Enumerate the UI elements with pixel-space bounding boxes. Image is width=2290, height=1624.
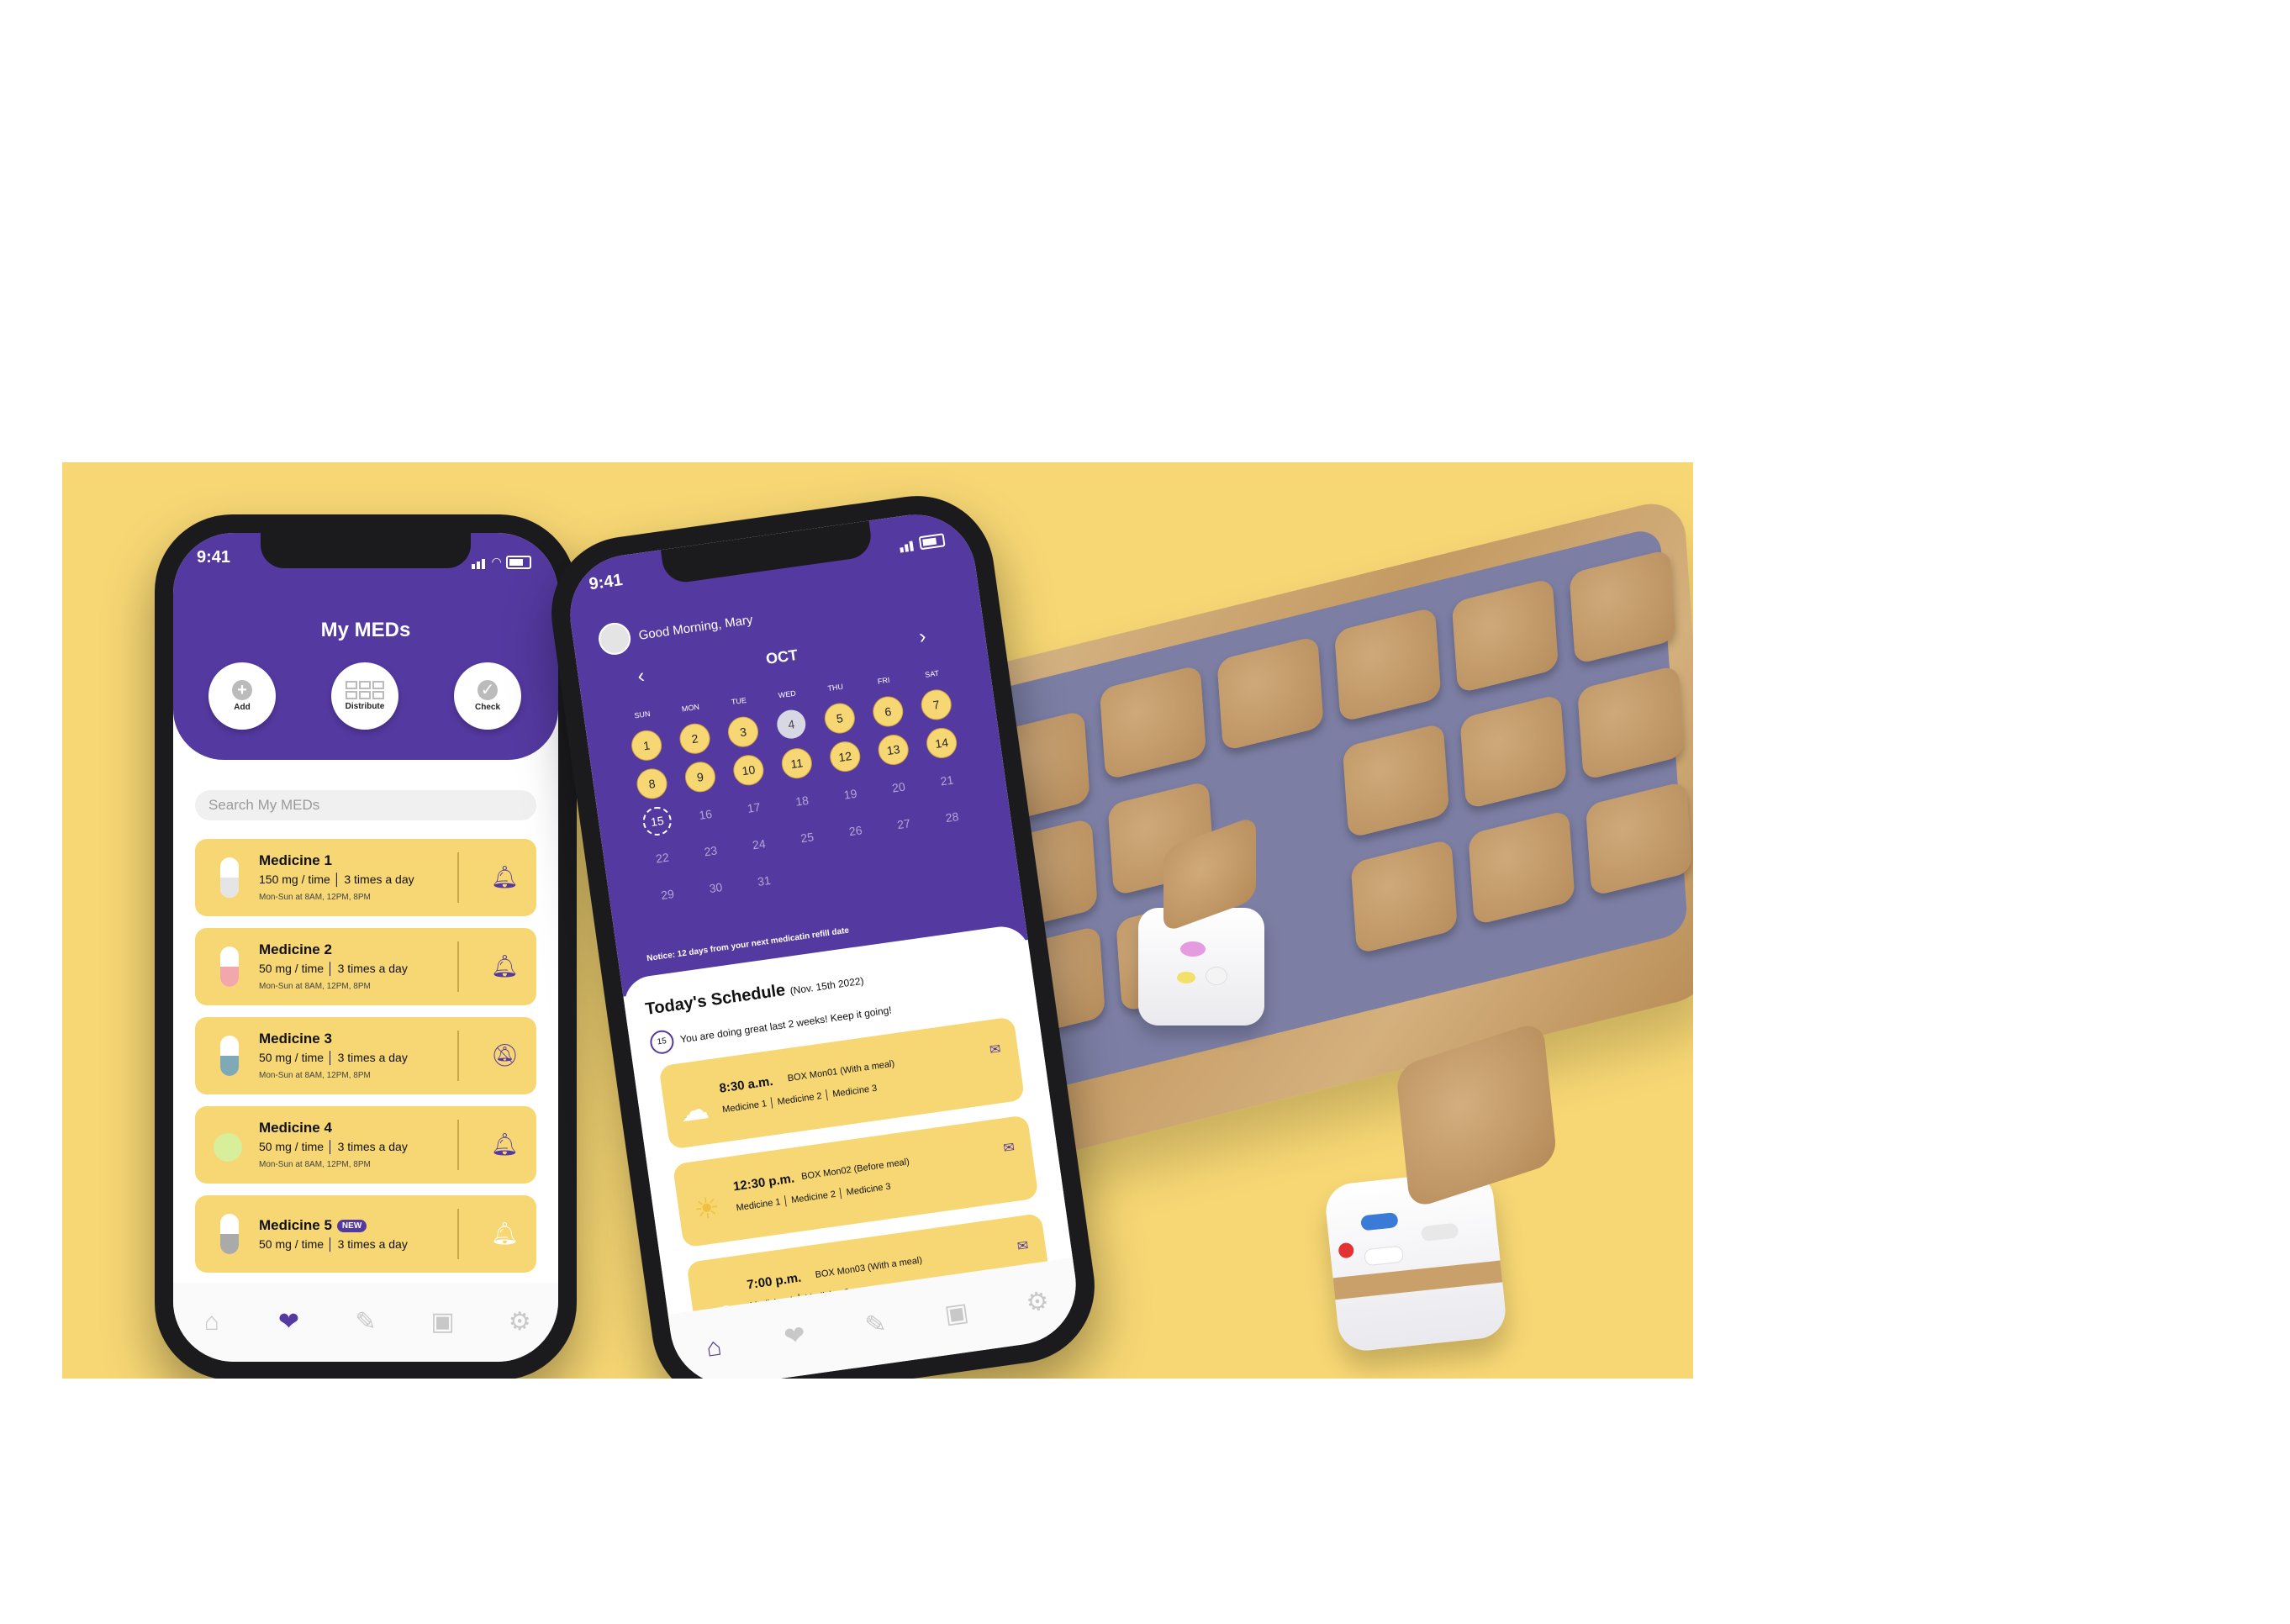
screen-my-meds: 9:41 ◠ My MEDs + Add Distribute ✓ Check …	[173, 533, 558, 1362]
battery-icon	[918, 533, 946, 551]
calendar-day[interactable]: 24	[743, 828, 775, 860]
calendar-day[interactable]: 13	[876, 732, 911, 767]
screen-schedule: 9:41 Good Morning, Mary ‹ OCT › SUN MON TU…	[562, 507, 1084, 1379]
bell-icon[interactable]: 🔔︎	[491, 1131, 519, 1157]
medicine-card[interactable]: Medicine 3 50 mg / time │ 3 times a day …	[195, 1017, 536, 1094]
status-time: 9:41	[197, 548, 231, 567]
clipboard-icon[interactable]: ✎	[858, 1308, 893, 1342]
home-icon[interactable]: ⌂	[697, 1331, 731, 1365]
envelope-icon[interactable]: ✉	[1002, 1139, 1016, 1157]
gear-icon[interactable]: ⚙	[504, 1307, 535, 1337]
search-input[interactable]: Search My MEDs	[195, 790, 536, 820]
calendar-grid: 1 2 3 4 5 6 7 8 9 10 11 12 13 14 15 16 17 18 19 20 21 22 23 24 2…	[620, 687, 984, 912]
greeting: Good Morning, Mary	[637, 612, 754, 643]
tab-bar: ⌂ ❤ ✎ ▣ ⚙	[173, 1283, 558, 1362]
bell-icon[interactable]: 🔔︎	[491, 1221, 519, 1246]
product-showcase: 9:41 ◠ My MEDs + Add Distribute ✓ Check …	[62, 462, 1693, 1379]
medicine-card[interactable]: Medicine 1 150 mg / time │ 3 times a day…	[195, 839, 536, 916]
medicine-card[interactable]: Medicine 4 50 mg / time │ 3 times a day …	[195, 1106, 536, 1184]
chat-icon[interactable]: ▣	[428, 1307, 458, 1337]
avatar[interactable]	[596, 620, 633, 657]
calendar-day[interactable]: 16	[689, 799, 721, 830]
add-button[interactable]: + Add	[208, 662, 276, 730]
calendar-day[interactable]: 17	[737, 792, 769, 824]
calendar-day[interactable]: 1	[629, 728, 664, 763]
calendar-day[interactable]: 3	[726, 714, 761, 750]
calendar-day[interactable]: 23	[694, 835, 726, 867]
calendar-day[interactable]: 30	[699, 872, 731, 904]
pill-icon	[220, 857, 239, 898]
calendar-day[interactable]: 25	[791, 821, 823, 853]
medicine-card[interactable]: Medicine 2 50 mg / time │ 3 times a day …	[195, 928, 536, 1005]
phone-schedule: 9:41 Good Morning, Mary ‹ OCT › SUN MON TU…	[541, 486, 1105, 1379]
calendar-day[interactable]: 19	[834, 778, 866, 809]
distribute-button[interactable]: Distribute	[331, 662, 398, 730]
calendar-day[interactable]: 5	[822, 701, 857, 736]
envelope-icon[interactable]: ✉	[1016, 1237, 1030, 1256]
status-time: 9:41	[588, 571, 624, 594]
calendar-day[interactable]: 14	[924, 725, 959, 761]
pill-icon	[220, 1214, 239, 1254]
calendar-day[interactable]: 9	[683, 759, 718, 794]
home-icon[interactable]: ⌂	[197, 1307, 227, 1337]
clipboard-icon[interactable]: ✎	[351, 1307, 381, 1337]
cloud-icon: ☁	[678, 1092, 711, 1129]
calendar-day[interactable]: 6	[870, 694, 905, 729]
signal-icon	[472, 550, 487, 569]
calendar-day[interactable]: 20	[883, 771, 915, 803]
calendar-day[interactable]: 29	[652, 878, 683, 910]
envelope-icon[interactable]: ✉	[989, 1041, 1002, 1059]
phone-my-meds: 9:41 ◠ My MEDs + Add Distribute ✓ Check …	[155, 514, 577, 1379]
sun-icon: ☀	[692, 1191, 722, 1227]
battery-icon	[506, 556, 531, 569]
calendar-day[interactable]: 12	[827, 739, 863, 774]
calendar-day[interactable]: 2	[678, 721, 712, 757]
calendar-day[interactable]: 4	[775, 708, 808, 741]
calendar-day[interactable]: 10	[731, 752, 766, 788]
calendar-day[interactable]: 11	[779, 746, 815, 781]
pills-icon[interactable]: ❤	[778, 1320, 812, 1354]
schedule-panel: Today's Schedule (Nov. 15th 2022) 15 You…	[620, 923, 1074, 1347]
bell-off-icon[interactable]: 🔕︎	[491, 1042, 519, 1068]
pill-icon	[220, 946, 239, 987]
check-button[interactable]: ✓ Check	[454, 662, 521, 730]
calendar-day[interactable]: 8	[635, 767, 669, 801]
progress-ring: 15	[648, 1028, 676, 1056]
check-icon: ✓	[478, 680, 498, 700]
calendar-day[interactable]: 27	[888, 808, 920, 840]
calendar-day[interactable]: 26	[839, 815, 871, 846]
grid-icon	[346, 681, 384, 699]
medicine-card[interactable]: Medicine 5 NEW 50 mg / time │ 3 times a d…	[195, 1195, 536, 1273]
chat-icon[interactable]: ▣	[940, 1297, 974, 1331]
signal-icon	[898, 531, 915, 553]
status-bar: 9:41 ◠	[173, 545, 558, 570]
plus-icon: +	[232, 680, 252, 700]
calendar-day[interactable]: 22	[646, 841, 678, 873]
pill-icon	[220, 1036, 239, 1076]
pills-icon[interactable]: ❤	[273, 1307, 303, 1337]
calendar-day[interactable]: 21	[931, 764, 963, 796]
open-pill-box	[1138, 815, 1264, 1026]
tablet-icon	[214, 1133, 242, 1162]
calendar-day[interactable]: 28	[936, 801, 968, 833]
calendar-day[interactable]: 15	[641, 804, 673, 838]
detached-pill-box	[1323, 1020, 1558, 1353]
new-badge: NEW	[336, 1220, 367, 1233]
wifi-icon: ◠	[492, 555, 501, 568]
calendar-day[interactable]: 7	[919, 688, 954, 722]
bell-icon[interactable]: 🔔︎	[491, 864, 519, 889]
calendar-day[interactable]: 31	[748, 865, 780, 897]
calendar-day[interactable]: 18	[786, 785, 818, 817]
gear-icon[interactable]: ⚙	[1021, 1285, 1055, 1320]
page-title: My MEDs	[320, 619, 411, 641]
bell-icon[interactable]: 🔔︎	[491, 953, 519, 978]
